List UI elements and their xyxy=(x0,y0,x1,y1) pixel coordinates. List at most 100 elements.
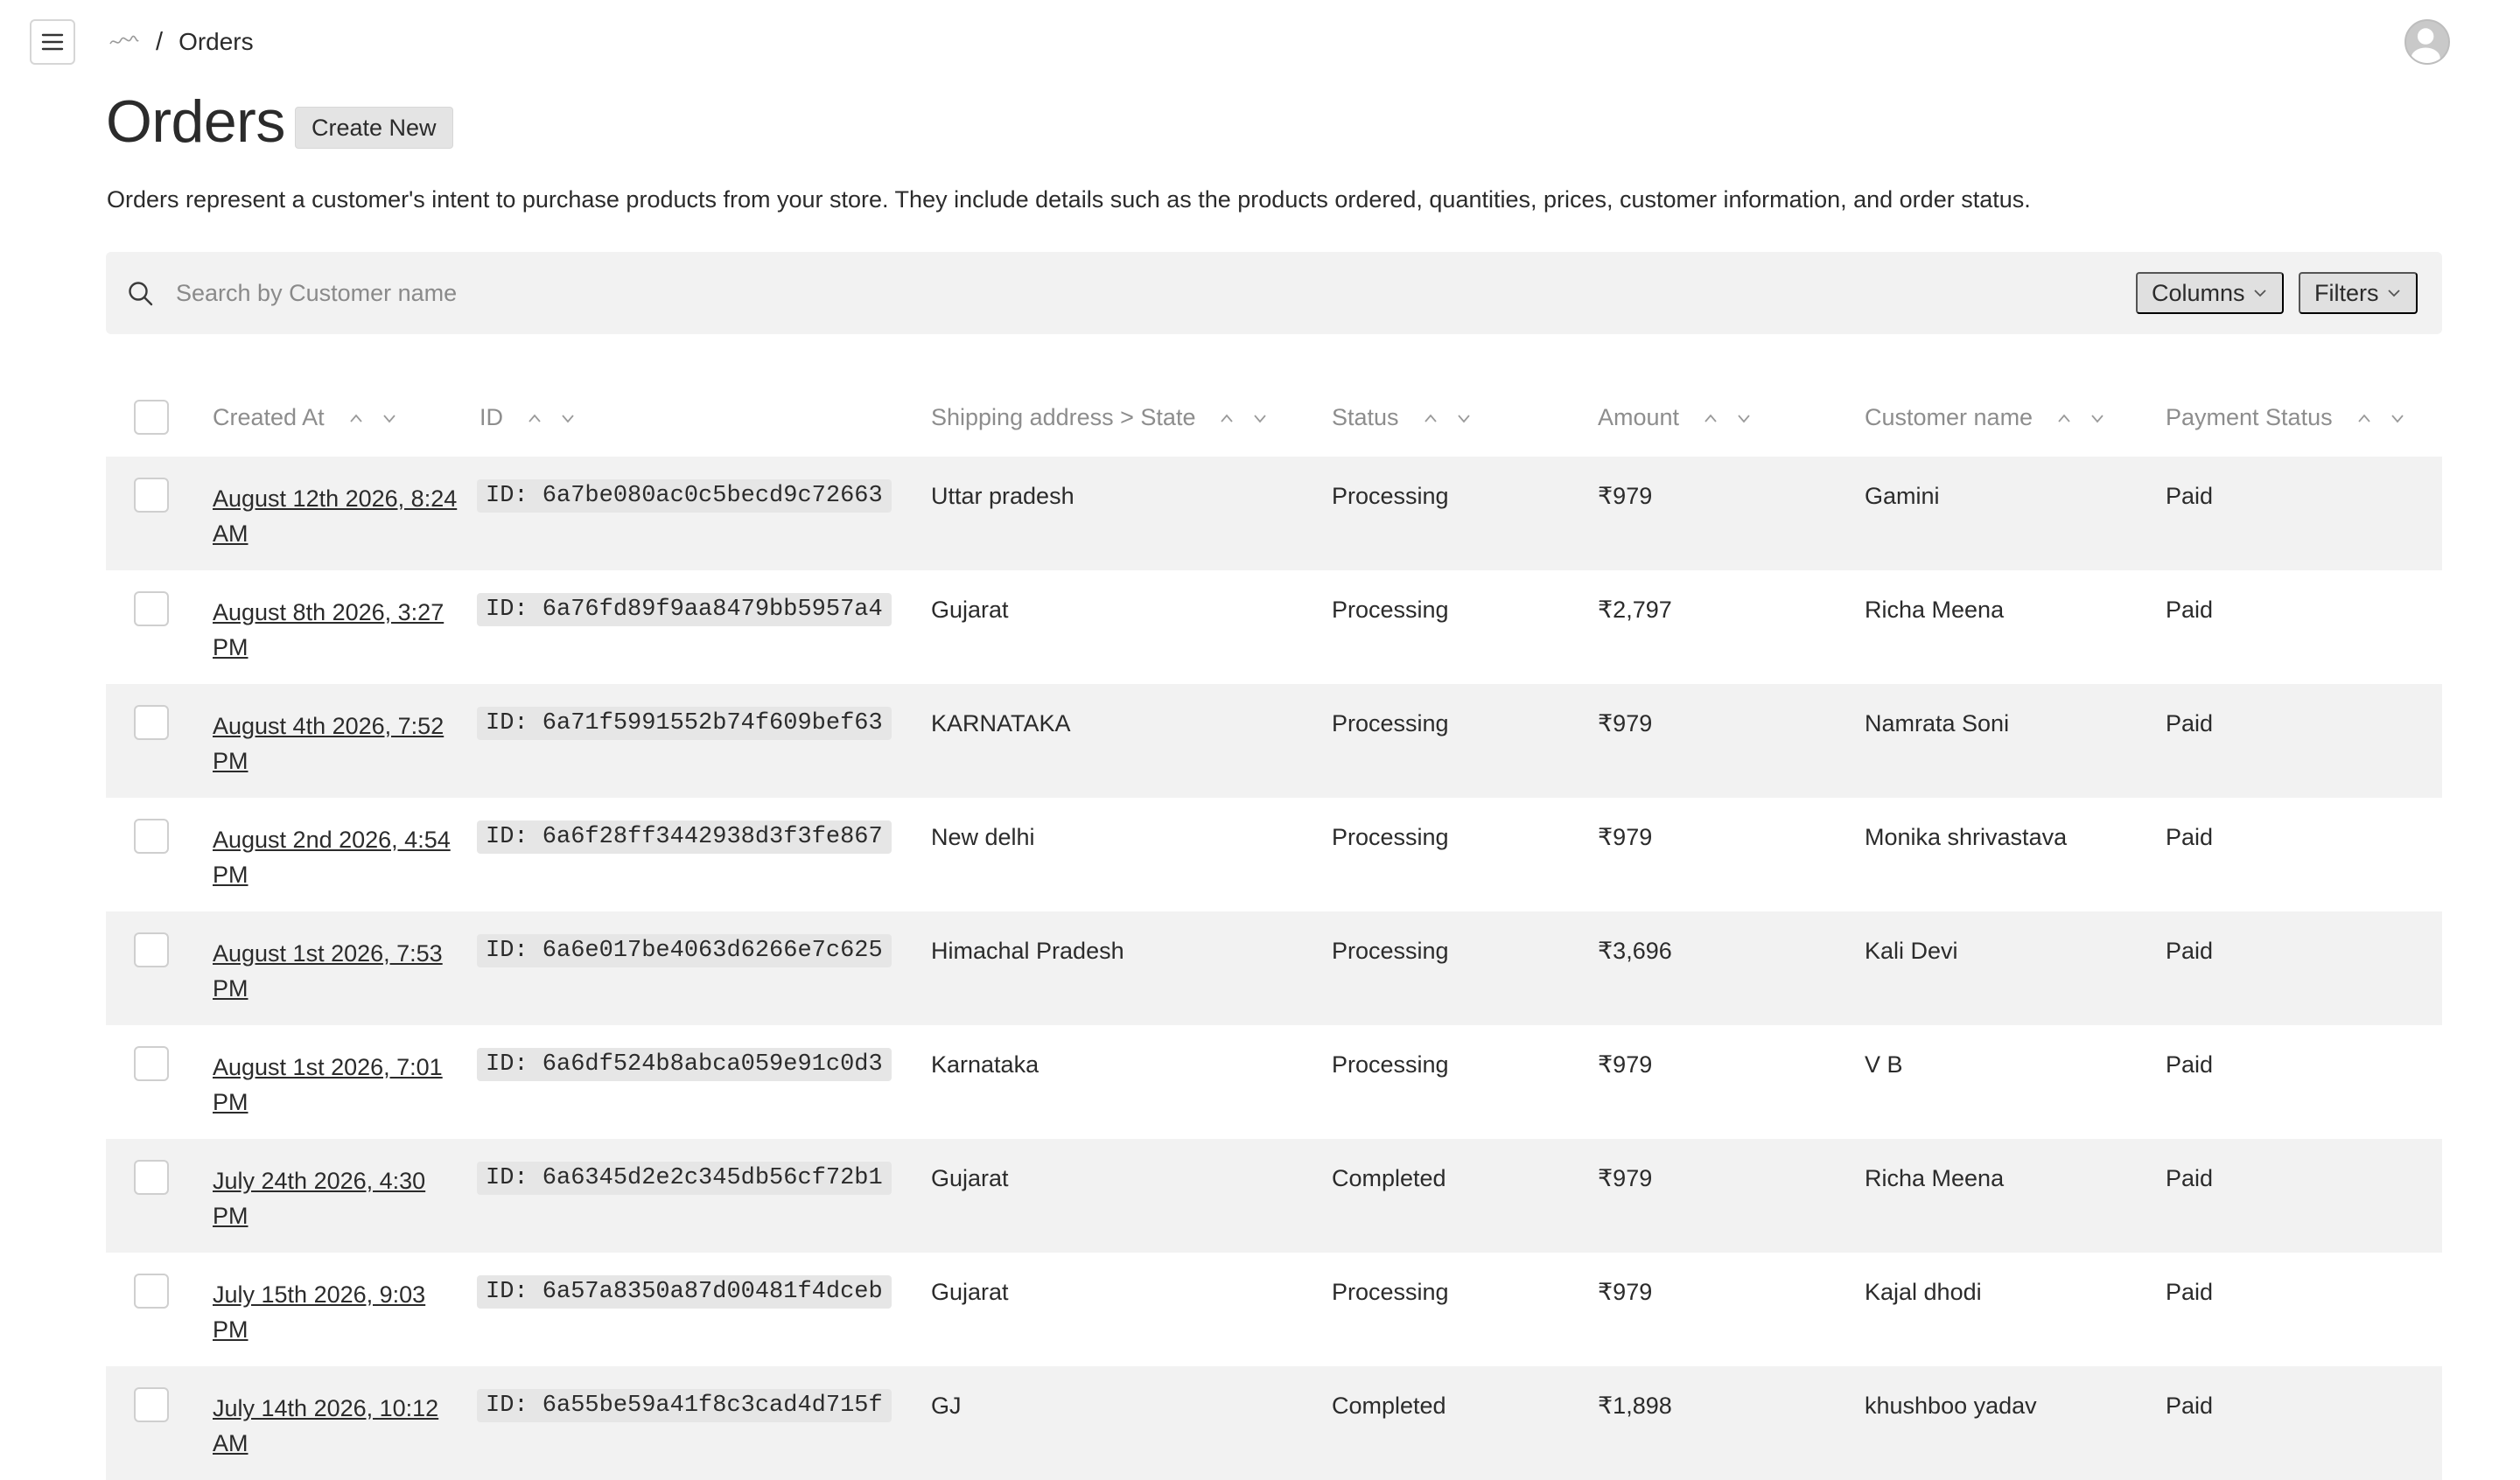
row-checkbox[interactable] xyxy=(134,591,169,626)
created-at-link[interactable]: August 8th 2026, 3:27 PM xyxy=(213,595,458,665)
order-status: Processing xyxy=(1332,938,1449,964)
chevron-down-icon[interactable] xyxy=(559,413,577,423)
breadcrumb-current: Orders xyxy=(178,28,254,55)
customer-name: Richa Meena xyxy=(1865,597,2005,623)
payment-status: Paid xyxy=(2166,597,2214,623)
sort-ascending-icon[interactable] xyxy=(2055,413,2073,423)
shipping-state: Himachal Pradesh xyxy=(931,938,1124,964)
header-shipping-state[interactable]: Shipping address > State xyxy=(931,404,1269,431)
table-row[interactable]: August 1st 2026, 7:53 PM ID: 6a6e017be40… xyxy=(106,911,2442,1025)
header-id[interactable]: ID xyxy=(480,404,577,431)
store-logo-icon[interactable] xyxy=(108,33,140,51)
chevron-down-icon[interactable] xyxy=(2089,413,2106,423)
user-icon xyxy=(2411,28,2440,63)
menu-toggle-button[interactable] xyxy=(30,19,75,65)
table-row[interactable]: August 8th 2026, 3:27 PM ID: 6a76fd89f9a… xyxy=(106,570,2442,684)
order-id: ID: 6a6f28ff3442938d3f3fe867 xyxy=(477,820,892,854)
chevron-down-icon[interactable] xyxy=(381,413,398,423)
order-amount: ₹2,797 xyxy=(1598,597,1672,623)
filters-label: Filters xyxy=(2314,279,2379,306)
row-checkbox[interactable] xyxy=(134,1160,169,1195)
payment-status: Paid xyxy=(2166,710,2214,737)
sort-ascending-icon[interactable] xyxy=(1422,413,1439,423)
created-at-link[interactable]: July 14th 2026, 10:12 AM xyxy=(213,1391,458,1461)
table-row[interactable]: July 15th 2026, 9:03 PM ID: 6a57a8350a87… xyxy=(106,1253,2442,1366)
order-id: ID: 6a76fd89f9aa8479bb5957a4 xyxy=(477,593,892,626)
customer-name: Monika shrivastava xyxy=(1865,824,2068,850)
table-row[interactable]: August 2nd 2026, 4:54 PM ID: 6a6f28ff344… xyxy=(106,798,2442,911)
sort-ascending-icon[interactable] xyxy=(1702,413,1719,423)
row-checkbox[interactable] xyxy=(134,478,169,513)
table-row[interactable]: August 1st 2026, 7:01 PM ID: 6a6df524b8a… xyxy=(106,1025,2442,1139)
shipping-state: New delhi xyxy=(931,824,1035,850)
created-at-link[interactable]: August 2nd 2026, 4:54 PM xyxy=(213,822,458,892)
order-status: Completed xyxy=(1332,1393,1446,1419)
created-at-link[interactable]: August 1st 2026, 7:53 PM xyxy=(213,936,458,1006)
search-icon xyxy=(129,282,153,306)
chevron-down-icon xyxy=(2253,290,2266,297)
table-row[interactable]: July 24th 2026, 4:30 PM ID: 6a6345d2e2c3… xyxy=(106,1139,2442,1253)
order-amount: ₹979 xyxy=(1598,1279,1653,1305)
created-at-link[interactable]: August 4th 2026, 7:52 PM xyxy=(213,709,458,778)
row-checkbox[interactable] xyxy=(134,932,169,967)
header-payment-status[interactable]: Payment Status xyxy=(2166,404,2406,431)
order-status: Processing xyxy=(1332,1279,1449,1305)
row-checkbox[interactable] xyxy=(134,1274,169,1309)
orders-table: Created At ID Shipping address > State S… xyxy=(106,378,2442,1480)
header-customer-name[interactable]: Customer name xyxy=(1865,404,2106,431)
table-header: Created At ID Shipping address > State S… xyxy=(106,378,2442,457)
table-row[interactable]: July 14th 2026, 10:12 AM ID: 6a55be59a41… xyxy=(106,1366,2442,1480)
row-checkbox[interactable] xyxy=(134,1046,169,1081)
created-at-link[interactable]: August 1st 2026, 7:01 PM xyxy=(213,1050,458,1120)
hamburger-icon xyxy=(41,33,64,51)
sort-ascending-icon[interactable] xyxy=(2356,413,2373,423)
create-new-button[interactable]: Create New xyxy=(295,107,453,149)
order-id: ID: 6a6345d2e2c345db56cf72b1 xyxy=(477,1162,892,1195)
shipping-state: Uttar pradesh xyxy=(931,483,1074,509)
header-amount[interactable]: Amount xyxy=(1598,404,1753,431)
chevron-down-icon[interactable] xyxy=(1251,413,1269,423)
chevron-down-icon[interactable] xyxy=(2389,413,2406,423)
page-title: Orders xyxy=(106,88,285,155)
customer-name: Gamini xyxy=(1865,483,1940,509)
sort-ascending-icon[interactable] xyxy=(347,413,365,423)
row-checkbox[interactable] xyxy=(134,705,169,740)
user-avatar[interactable] xyxy=(2404,19,2450,65)
order-id: ID: 6a7be080ac0c5becd9c72663 xyxy=(477,479,892,513)
sort-ascending-icon[interactable] xyxy=(526,413,543,423)
order-amount: ₹979 xyxy=(1598,1051,1653,1078)
sort-ascending-icon[interactable] xyxy=(1218,413,1236,423)
shipping-state: Karnataka xyxy=(931,1051,1040,1078)
payment-status: Paid xyxy=(2166,483,2214,509)
order-id: ID: 6a55be59a41f8c3cad4d715f xyxy=(477,1389,892,1422)
created-at-link[interactable]: August 12th 2026, 8:24 AM xyxy=(213,481,458,551)
customer-name: Namrata Soni xyxy=(1865,710,2010,737)
order-status: Processing xyxy=(1332,1051,1449,1078)
row-checkbox[interactable] xyxy=(134,819,169,854)
order-amount: ₹3,696 xyxy=(1598,938,1672,964)
order-amount: ₹979 xyxy=(1598,1165,1653,1191)
shipping-state: Gujarat xyxy=(931,1279,1009,1305)
order-id: ID: 6a71f5991552b74f609bef63 xyxy=(477,707,892,740)
columns-button[interactable]: Columns xyxy=(2136,272,2284,314)
select-all-checkbox[interactable] xyxy=(134,400,169,435)
order-status: Completed xyxy=(1332,1165,1446,1191)
created-at-link[interactable]: July 15th 2026, 9:03 PM xyxy=(213,1277,458,1347)
table-row[interactable]: August 12th 2026, 8:24 AM ID: 6a7be080ac… xyxy=(106,457,2442,570)
order-id: ID: 6a6e017be4063d6266e7c625 xyxy=(477,934,892,967)
filters-button[interactable]: Filters xyxy=(2299,272,2418,314)
chevron-down-icon[interactable] xyxy=(1455,413,1473,423)
order-status: Processing xyxy=(1332,597,1449,623)
order-status: Processing xyxy=(1332,483,1449,509)
order-amount: ₹979 xyxy=(1598,483,1653,509)
chevron-down-icon[interactable] xyxy=(1735,413,1753,423)
customer-name: Kajal dhodi xyxy=(1865,1279,1982,1305)
header-status[interactable]: Status xyxy=(1332,404,1473,431)
table-row[interactable]: August 4th 2026, 7:52 PM ID: 6a71f599155… xyxy=(106,684,2442,798)
created-at-link[interactable]: July 24th 2026, 4:30 PM xyxy=(213,1163,458,1233)
search-input[interactable] xyxy=(176,271,1751,315)
header-created-at[interactable]: Created At xyxy=(213,404,398,431)
row-checkbox[interactable] xyxy=(134,1387,169,1422)
order-status: Processing xyxy=(1332,710,1449,737)
chevron-down-icon xyxy=(2387,290,2400,297)
